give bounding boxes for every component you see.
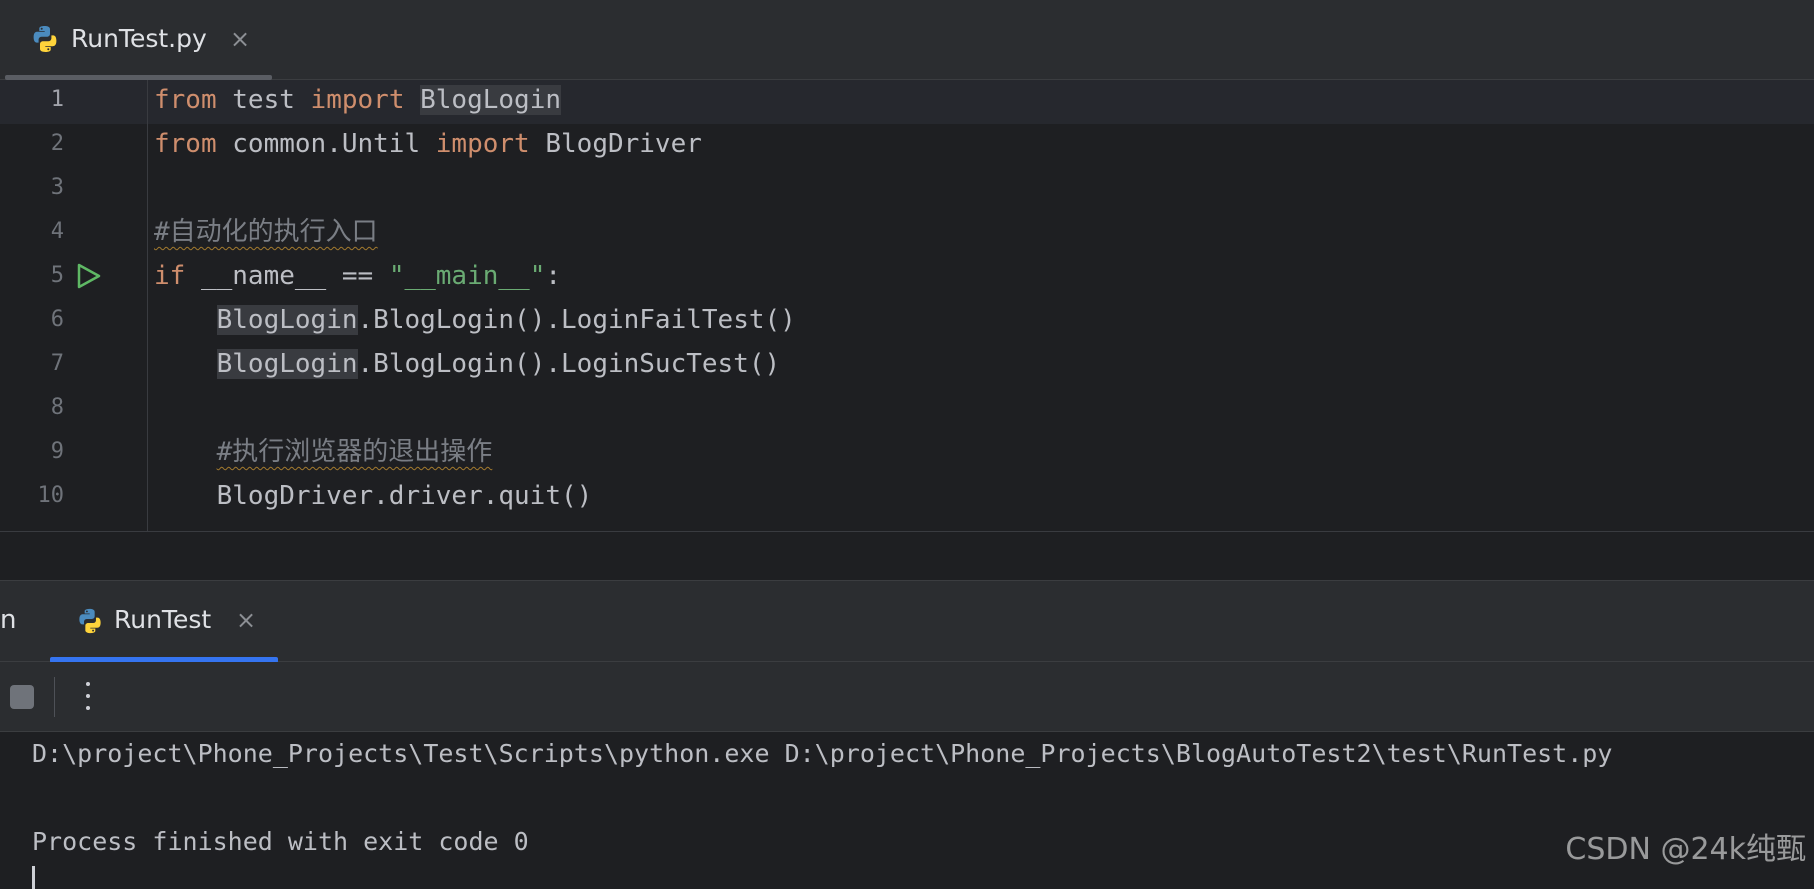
close-icon[interactable]: × — [236, 603, 256, 637]
line-number: 5 — [50, 263, 64, 288]
code-token: BlogLogin — [216, 349, 358, 379]
code-area[interactable]: from test import BlogLogin from common.Un… — [154, 80, 1804, 532]
code-line[interactable]: #执行浏览器的退出操作 — [154, 430, 493, 474]
code-token: .BlogLogin().LoginSucTest() — [357, 349, 781, 379]
code-token: BlogDriver.driver.quit() — [154, 481, 593, 511]
line-number: 10 — [37, 483, 65, 508]
code-token: BlogLogin — [216, 305, 358, 335]
divider — [0, 531, 1814, 532]
code-line[interactable]: from test import BlogLogin — [154, 78, 562, 122]
code-token: : — [545, 261, 562, 291]
code-token: import — [310, 85, 405, 115]
text-caret — [32, 866, 35, 889]
line-number: 4 — [50, 219, 64, 244]
code-line[interactable]: #自动化的执行入口 — [154, 210, 378, 254]
console-exit-message: Process finished with exit code 0 — [32, 827, 529, 856]
code-editor[interactable]: 1 2 3 4 5 6 7 8 9 10 from test import BlogLogin fr… — [0, 80, 1814, 532]
code-token: .BlogLogin().LoginFailTest() — [357, 305, 796, 335]
code-token: "__main__" — [388, 261, 546, 291]
run-tab-runtest[interactable]: RunTest × — [50, 581, 278, 663]
ide-window: RunTest.py × 1 2 3 4 5 6 7 8 9 10 from test impor… — [0, 0, 1814, 889]
line-number: 9 — [50, 439, 64, 464]
line-number: 2 — [50, 131, 64, 156]
line-number: 3 — [50, 175, 64, 200]
code-token: #执行浏览器的退出操作 — [216, 437, 493, 467]
line-number: 6 — [50, 307, 64, 332]
editor-tab-runtest[interactable]: RunTest.py × — [5, 0, 272, 80]
line-number-gutter: 1 2 3 4 5 6 7 8 9 10 — [0, 80, 148, 532]
run-icon[interactable] — [76, 262, 102, 290]
code-token: common.Until — [216, 129, 436, 159]
code-token: import — [435, 129, 530, 159]
code-token: from — [154, 129, 217, 159]
line-number: 7 — [50, 351, 64, 376]
code-line[interactable]: BlogLogin.BlogLogin().LoginSucTest() — [154, 342, 780, 386]
run-toolbar — [0, 662, 1814, 732]
stop-icon[interactable] — [10, 685, 34, 709]
watermark: CSDN @24k纯甄 — [1565, 832, 1806, 867]
toolbar-separator — [54, 677, 55, 717]
run-tool-window-header: n RunTest × — [0, 580, 1814, 663]
code-line[interactable]: if __name__ == "__main__": — [154, 254, 561, 298]
code-token: test — [216, 85, 311, 115]
line-number: 8 — [50, 395, 64, 420]
code-line[interactable]: from common.Until import BlogDriver — [154, 122, 702, 166]
code-token: if — [154, 261, 186, 291]
code-line[interactable]: BlogLogin.BlogLogin().LoginFailTest() — [154, 298, 796, 342]
code-token: #自动化的执行入口 — [154, 217, 378, 247]
close-icon[interactable]: × — [230, 22, 250, 56]
more-vertical-icon[interactable] — [78, 676, 98, 716]
python-icon — [79, 608, 101, 634]
code-token: __name__ == — [185, 261, 389, 291]
code-token: from — [154, 85, 217, 115]
run-tab-label: RunTest — [114, 605, 212, 634]
console-command-line: D:\project\Phone_Projects\Test\Scripts\p… — [32, 739, 1613, 768]
console-output[interactable]: D:\project\Phone_Projects\Test\Scripts\p… — [0, 732, 1814, 889]
tool-window-title: n — [0, 605, 17, 635]
editor-tab-label: RunTest.py — [71, 24, 207, 53]
code-token: BlogLogin — [420, 85, 562, 115]
code-line[interactable]: BlogDriver.driver.quit() — [154, 474, 593, 518]
python-icon — [33, 26, 57, 52]
line-number: 1 — [50, 87, 64, 112]
editor-tab-bar: RunTest.py × — [0, 0, 1814, 80]
code-token: BlogDriver — [529, 129, 702, 159]
